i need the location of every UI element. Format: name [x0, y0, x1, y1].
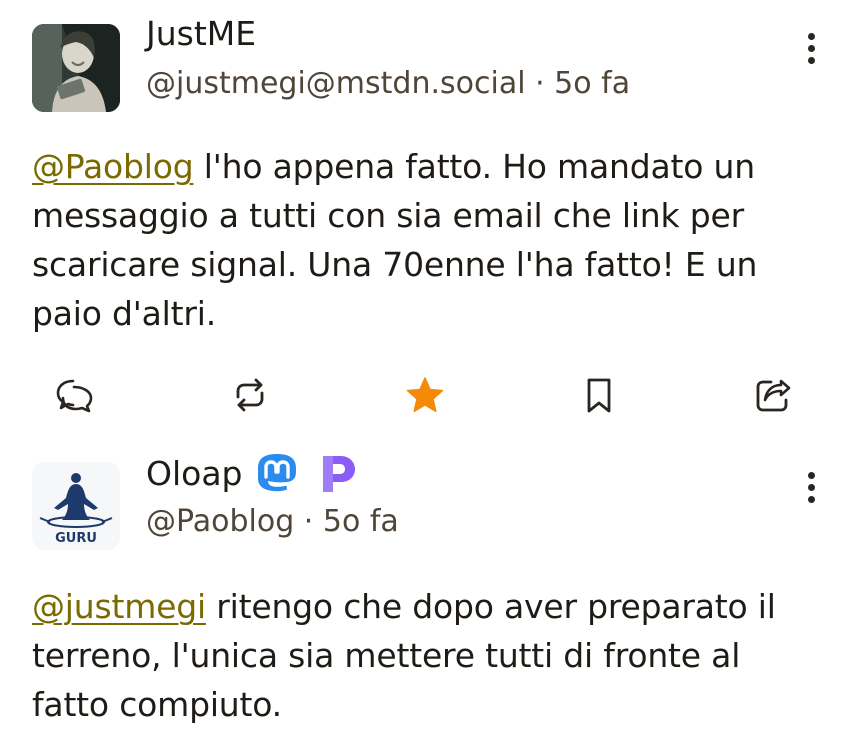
display-name-text: JustME [146, 14, 257, 53]
more-options-icon[interactable] [805, 467, 817, 507]
more-options-icon[interactable] [805, 28, 817, 68]
post-actions [0, 370, 849, 420]
avatar-label: GURU [55, 531, 97, 546]
post-content: @Paoblog l'ho appena fatto. Ho mandato u… [32, 142, 822, 338]
boost-icon [236, 378, 264, 412]
avatar-oloap[interactable]: GURU [32, 462, 120, 550]
share-icon [756, 379, 791, 412]
timestamp[interactable]: 5o fa [554, 66, 630, 101]
display-name[interactable]: Oloap [146, 452, 359, 496]
display-name[interactable]: JustME [146, 14, 256, 54]
separator: · [294, 504, 323, 539]
handle[interactable]: @Paoblog [146, 504, 294, 539]
favourite-icon [406, 377, 444, 413]
bookmark-button[interactable] [574, 370, 624, 420]
mention-link[interactable]: @justmegi [32, 587, 206, 626]
timestamp[interactable]: 5o fa [323, 504, 399, 539]
avatar-illustration [32, 24, 120, 112]
avatar-illustration: GURU [32, 462, 120, 550]
handle[interactable]: @justmegi@mstdn.social [146, 66, 526, 101]
reply-button[interactable] [50, 370, 100, 420]
share-button[interactable] [748, 370, 798, 420]
display-name-text: Oloap [146, 454, 243, 493]
mastodon-icon [257, 454, 296, 492]
boost-button[interactable] [225, 370, 275, 420]
reply-icon [56, 379, 93, 413]
handle-line: @justmegi@mstdn.social · 5o fa [146, 64, 630, 104]
mention-link[interactable]: @Paoblog [32, 147, 194, 186]
favourite-button[interactable] [400, 370, 450, 420]
post-content: @justmegi ritengo che dopo aver preparat… [32, 582, 822, 729]
handle-line: @Paoblog · 5o fa [146, 502, 399, 542]
separator: · [525, 66, 555, 101]
avatar-justme[interactable] [32, 24, 120, 112]
pixelfed-icon [322, 456, 355, 492]
bookmark-icon [587, 378, 611, 413]
